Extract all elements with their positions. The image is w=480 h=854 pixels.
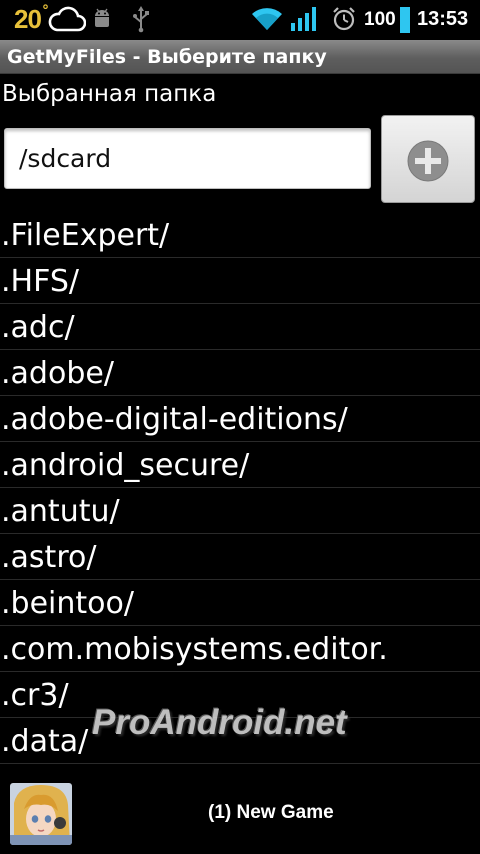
folder-item[interactable]: .astro/ — [0, 534, 480, 580]
wifi-icon — [252, 8, 282, 31]
folder-item-label: .FileExpert/ — [1, 218, 170, 253]
folder-item[interactable]: .android_secure/ — [0, 442, 480, 488]
signal-icon — [291, 7, 316, 31]
folder-list: .FileExpert/ .HFS/ .adc/ .adobe/ .adobe-digi… — [0, 212, 480, 764]
add-folder-button[interactable] — [381, 115, 475, 203]
folder-item[interactable]: .HFS/ — [0, 258, 480, 304]
title-bar: GetMyFiles - Выберите папку — [0, 40, 480, 74]
app-title: GetMyFiles - Выберите папку — [7, 46, 327, 68]
folder-item-label: .cr3/ — [1, 678, 69, 713]
android-debug-icon — [95, 8, 109, 27]
watermark: ProAndroid.net — [92, 703, 347, 742]
folder-item[interactable]: .FileExpert/ — [0, 212, 480, 258]
folder-item[interactable]: .adobe-digital-editions/ — [0, 396, 480, 442]
ad-text: (1) New Game — [208, 802, 334, 823]
folder-item-label: .android_secure/ — [1, 448, 250, 483]
folder-item[interactable]: .adc/ — [0, 304, 480, 350]
temperature-text: 20 — [14, 4, 42, 34]
plus-circle-icon — [407, 140, 449, 182]
status-bar: 20 ° 100 13:53 — [0, 0, 480, 40]
usb-icon — [133, 6, 149, 33]
folder-item[interactable]: .antutu/ — [0, 488, 480, 534]
screen: 20 ° 100 13:53 GetMyFiles - Выберите пап… — [0, 0, 480, 854]
folder-item[interactable]: .com.mobisystems.editor. — [0, 626, 480, 672]
battery-icon — [400, 7, 410, 33]
selected-folder-label: Выбранная папка — [2, 81, 217, 107]
folder-item-label: .adc/ — [1, 310, 75, 345]
folder-item-label: .astro/ — [1, 540, 97, 575]
folder-item-label: .adobe/ — [1, 356, 114, 391]
folder-item[interactable]: .adobe/ — [0, 350, 480, 396]
folder-item-label: .adobe-digital-editions/ — [1, 402, 348, 437]
folder-item-label: .data/ — [1, 724, 89, 759]
ad-banner[interactable]: (1) New Game — [0, 770, 480, 854]
game-avatar-icon — [10, 783, 72, 845]
folder-item-label: .HFS/ — [1, 264, 79, 299]
clock-text: 13:53 — [417, 8, 469, 30]
weather-cloud-icon — [48, 6, 86, 32]
folder-item-label: .com.mobisystems.editor. — [1, 632, 388, 667]
folder-item[interactable]: .beintoo/ — [0, 580, 480, 626]
folder-item-label: .antutu/ — [1, 494, 120, 529]
battery-level-text: 100 — [364, 9, 396, 30]
folder-item-label: .beintoo/ — [1, 586, 134, 621]
folder-path-input[interactable] — [4, 128, 371, 189]
alarm-icon — [333, 7, 355, 31]
